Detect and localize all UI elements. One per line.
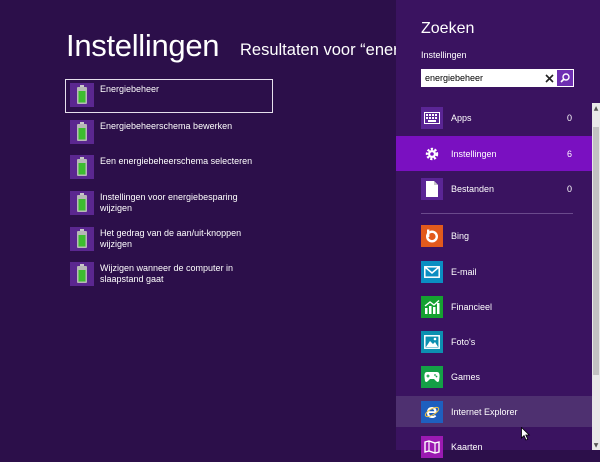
result-label: Energiebeheerschema bewerken bbox=[100, 121, 233, 131]
search-button[interactable] bbox=[557, 70, 573, 86]
clear-search-button[interactable] bbox=[541, 69, 557, 87]
category-label: Instellingen bbox=[451, 148, 497, 159]
mail-icon bbox=[421, 260, 443, 283]
result-energiebeheer[interactable]: Energiebeheer bbox=[65, 79, 273, 113]
search-pane-title: Zoeken bbox=[421, 20, 475, 37]
battery-icon bbox=[70, 120, 94, 144]
category-bestanden[interactable]: Bestanden 0 bbox=[396, 171, 592, 206]
result-aan-uit-knoppen[interactable]: Het gedrag van de aan/uit-knoppen wijzig… bbox=[66, 224, 272, 256]
internet-explorer-icon bbox=[421, 400, 443, 423]
category-count: 6 bbox=[566, 148, 572, 159]
app-label: Financieel bbox=[451, 301, 493, 312]
search-input[interactable] bbox=[421, 70, 541, 86]
category-label: Bestanden bbox=[451, 183, 495, 194]
search-box bbox=[421, 69, 574, 87]
bing-icon bbox=[421, 224, 443, 247]
gear-icon bbox=[421, 142, 443, 165]
app-games[interactable]: Games bbox=[396, 361, 592, 392]
result-label: Energiebeheer bbox=[100, 84, 160, 94]
scroll-up-arrow-icon[interactable]: ▲ bbox=[592, 103, 600, 113]
battery-icon bbox=[70, 262, 94, 286]
app-kaarten[interactable]: Kaarten bbox=[396, 431, 592, 462]
app-fotos[interactable]: Foto's bbox=[396, 326, 592, 357]
result-label: Het gedrag van de aan/uit-knoppen wijzig… bbox=[100, 228, 242, 249]
app-bing[interactable]: Bing bbox=[396, 220, 592, 251]
result-label: Wijzigen wanneer de computer in slaapsta… bbox=[100, 263, 234, 284]
app-label: Internet Explorer bbox=[451, 406, 518, 417]
app-label: Games bbox=[451, 371, 481, 382]
app-label: Foto's bbox=[451, 336, 476, 347]
scroll-down-arrow-icon[interactable]: ▼ bbox=[592, 440, 600, 450]
mouse-cursor-icon bbox=[521, 427, 531, 441]
results-area: Instellingen Resultaten voor “energiebeh… bbox=[0, 0, 396, 450]
app-financieel[interactable]: Financieel bbox=[396, 291, 592, 322]
games-icon bbox=[421, 365, 443, 388]
category-count: 0 bbox=[566, 183, 572, 194]
finance-icon bbox=[421, 295, 443, 318]
app-e-mail[interactable]: E-mail bbox=[396, 256, 592, 287]
category-count: 0 bbox=[566, 112, 572, 123]
app-label: E-mail bbox=[451, 266, 477, 277]
results-heading: Resultaten voor “energiebeheer” bbox=[240, 41, 396, 59]
result-label: Instellingen voor energiebesparing wijzi… bbox=[100, 192, 238, 213]
app-internet-explorer[interactable]: Internet Explorer bbox=[396, 396, 592, 427]
search-scope-label: Instellingen bbox=[421, 50, 467, 60]
maps-icon bbox=[421, 435, 443, 458]
divider bbox=[421, 213, 573, 214]
category-label: Apps bbox=[451, 112, 472, 123]
close-icon bbox=[544, 73, 554, 83]
result-energiebesparing[interactable]: Instellingen voor energiebesparing wijzi… bbox=[66, 188, 272, 220]
scrollbar[interactable]: ▲ ▼ bbox=[592, 103, 600, 450]
result-schema-bewerken[interactable]: Energiebeheerschema bewerken bbox=[66, 117, 272, 149]
search-pane: Zoeken Instellingen Apps 0 Instellingen … bbox=[396, 0, 600, 458]
scrollbar-thumb[interactable] bbox=[593, 127, 599, 375]
search-icon bbox=[560, 73, 570, 83]
app-label: Kaarten bbox=[451, 441, 483, 452]
battery-icon bbox=[70, 83, 94, 107]
result-label: Een energiebeheerschema selecteren bbox=[100, 156, 253, 166]
battery-icon bbox=[70, 155, 94, 179]
apps-keyboard-icon bbox=[421, 106, 443, 129]
result-slaapstand[interactable]: Wijzigen wanneer de computer in slaapsta… bbox=[66, 259, 272, 291]
result-schema-selecteren[interactable]: Een energiebeheerschema selecteren bbox=[66, 152, 272, 184]
category-apps[interactable]: Apps 0 bbox=[396, 100, 592, 135]
battery-icon bbox=[70, 191, 94, 215]
category-instellingen[interactable]: Instellingen 6 bbox=[396, 136, 592, 171]
page-title: Instellingen bbox=[66, 28, 220, 63]
file-icon bbox=[421, 177, 443, 200]
photos-icon bbox=[421, 330, 443, 353]
app-label: Bing bbox=[451, 230, 470, 241]
battery-icon bbox=[70, 227, 94, 251]
